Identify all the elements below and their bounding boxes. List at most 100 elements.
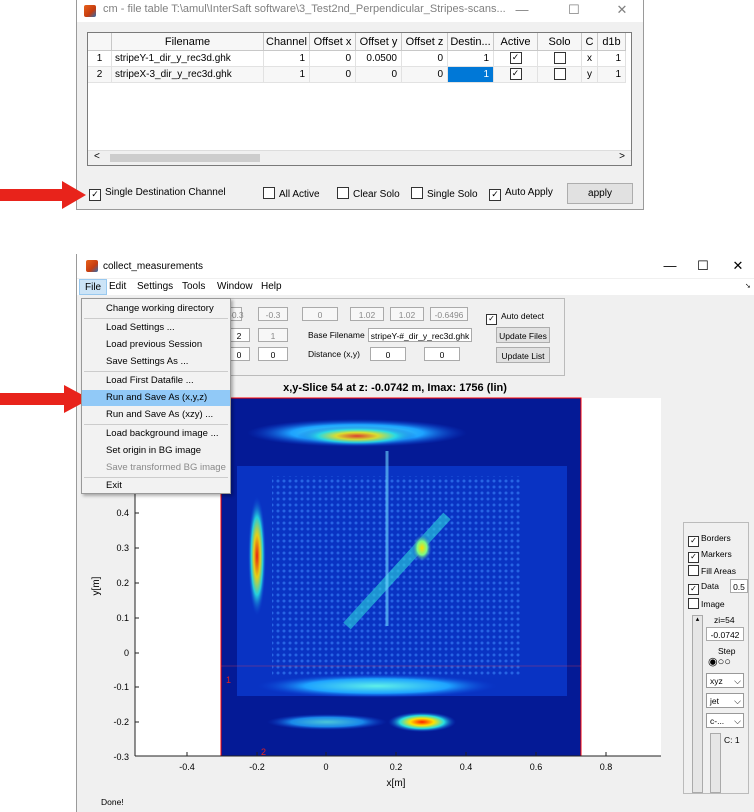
menu-item-load-previous-session[interactable]: Load previous Session — [82, 337, 230, 353]
channel-cell[interactable]: 1 — [264, 67, 310, 83]
menu-item-run-and-save-as-xyz[interactable]: Run and Save As (x,y,z) — [82, 390, 230, 406]
z-slider[interactable]: ▴ — [692, 615, 703, 793]
single-solo-checkbox[interactable]: Single Solo — [411, 187, 478, 200]
menu-settings[interactable]: Settings — [137, 281, 173, 292]
slider-up-icon[interactable]: ▴ — [693, 616, 702, 624]
maximize-icon[interactable]: ☐ — [559, 2, 589, 18]
column-header[interactable]: Destin... — [448, 33, 494, 51]
menu-file[interactable]: File — [79, 279, 108, 295]
destination-cell-selected[interactable]: 1 — [448, 67, 494, 83]
menu-item-load-settings[interactable]: Load Settings ... — [82, 320, 230, 336]
column-header[interactable]: Channel — [264, 33, 310, 51]
image-checkbox[interactable]: Image — [688, 598, 725, 609]
close-icon[interactable]: ✕ — [607, 2, 637, 18]
column-header[interactable]: Offset y — [356, 33, 402, 51]
menu-item-run-and-save-as-xzy[interactable]: Run and Save As (xzy) ... — [82, 407, 230, 423]
column-header[interactable]: Active — [494, 33, 538, 51]
title-bar[interactable]: collect_measurements — ☐ ✕ — [77, 254, 754, 278]
param-field[interactable]: 0 — [258, 347, 288, 361]
active-checkbox[interactable]: ✓ — [494, 51, 538, 67]
distance-y-input[interactable]: 0 — [424, 347, 460, 361]
close-icon[interactable]: ✕ — [723, 258, 753, 274]
markers-checkbox[interactable]: ✓ Markers — [688, 549, 732, 563]
column-header[interactable]: C — [582, 33, 598, 51]
base-filename-input[interactable]: stripeY-#_dir_y_rec3d.ghk — [368, 328, 472, 342]
menu-item-exit[interactable]: Exit — [82, 478, 230, 494]
update-list-button[interactable]: Update List — [496, 347, 550, 363]
solo-checkbox[interactable] — [538, 51, 582, 67]
menu-help[interactable]: Help — [261, 281, 282, 292]
param-field[interactable]: -0.3 — [258, 307, 288, 321]
column-header[interactable]: Offset x — [310, 33, 356, 51]
fill-areas-checkbox[interactable]: Fill Areas — [688, 565, 736, 576]
row-index[interactable]: 2 — [88, 67, 112, 83]
clear-solo-checkbox[interactable]: Clear Solo — [337, 187, 400, 200]
column-header[interactable]: Filename — [112, 33, 264, 51]
param-field[interactable]: 0 — [228, 347, 250, 361]
offset-z-cell[interactable]: 0 — [402, 51, 448, 67]
single-destination-channel-checkbox[interactable]: ✓ Single Destination Channel — [89, 187, 226, 201]
row-index-header — [88, 33, 112, 51]
param-field[interactable]: 1 — [258, 328, 288, 342]
filename-cell[interactable]: stripeY-1_dir_y_rec3d.ghk — [112, 51, 264, 67]
column-header[interactable]: Solo — [538, 33, 582, 51]
offset-y-cell[interactable]: 0.0500 — [356, 51, 402, 67]
update-files-button[interactable]: Update Files — [496, 327, 550, 343]
zi-value-input[interactable]: -0.0742 — [706, 627, 744, 641]
param-field[interactable]: 2 — [228, 328, 250, 342]
channel-cell[interactable]: 1 — [264, 51, 310, 67]
menu-tools[interactable]: Tools — [182, 281, 205, 292]
toolbar-toggle-icon[interactable]: ➘ — [745, 282, 751, 290]
param-field[interactable]: 1.02 — [350, 307, 384, 321]
colormap-dropdown[interactable]: jet ⌵ — [706, 693, 744, 708]
maximize-icon[interactable]: ☐ — [688, 258, 718, 274]
title-bar[interactable]: cm - file table T:\amul\InterSaft softwa… — [77, 0, 643, 22]
c-cell[interactable]: x — [582, 51, 598, 67]
bottom-hotspot — [388, 712, 456, 732]
apply-button[interactable]: apply — [567, 183, 633, 204]
offset-z-cell[interactable]: 0 — [402, 67, 448, 83]
param-field[interactable]: 1.02 — [390, 307, 424, 321]
d1b-cell[interactable]: 1 — [598, 67, 626, 83]
menu-item-save-settings-as[interactable]: Save Settings As ... — [82, 354, 230, 370]
filename-cell[interactable]: stripeX-3_dir_y_rec3d.ghk — [112, 67, 264, 83]
c-slider[interactable] — [710, 733, 721, 793]
data-checkbox[interactable]: ✓ Data — [688, 581, 719, 595]
active-checkbox[interactable]: ✓ — [494, 67, 538, 83]
offset-x-cell[interactable]: 0 — [310, 67, 356, 83]
data-alpha-input[interactable]: 0.5 — [730, 579, 748, 593]
c-cell[interactable]: y — [582, 67, 598, 83]
scroll-right-icon[interactable]: > — [619, 151, 625, 162]
menu-edit[interactable]: Edit — [109, 281, 126, 292]
x-tick: 0.4 — [460, 762, 473, 772]
distance-x-input[interactable]: 0 — [370, 347, 406, 361]
menu-window[interactable]: Window — [217, 281, 253, 292]
solo-checkbox[interactable] — [538, 67, 582, 83]
column-header[interactable]: d1b — [598, 33, 626, 51]
menu-item-set-origin-in-bg-image[interactable]: Set origin in BG image — [82, 443, 230, 459]
d1b-cell[interactable]: 1 — [598, 51, 626, 67]
param-field[interactable]: -0.6496 — [430, 307, 468, 321]
menu-item-change-working-directory[interactable]: Change working directory — [82, 301, 230, 317]
offset-y-cell[interactable]: 0 — [356, 67, 402, 83]
param-field[interactable]: 0 — [302, 307, 338, 321]
menu-item-load-first-datafile[interactable]: Load First Datafile ... — [82, 373, 230, 389]
all-active-checkbox[interactable]: All Active — [263, 187, 320, 200]
menu-item-load-background-image[interactable]: Load background image ... — [82, 426, 230, 442]
borders-checkbox[interactable]: ✓ Borders — [688, 533, 731, 547]
column-header[interactable]: Offset z — [402, 33, 448, 51]
destination-cell[interactable]: 1 — [448, 51, 494, 67]
minimize-icon[interactable]: — — [655, 258, 685, 273]
file-table[interactable]: Filename Channel Offset x Offset y Offse… — [87, 32, 632, 166]
minimize-icon[interactable]: — — [507, 2, 537, 17]
scrollbar-thumb[interactable] — [110, 154, 260, 162]
horizontal-scrollbar[interactable]: < > — [88, 150, 631, 165]
step-radio-group[interactable]: ◉○○ — [708, 655, 731, 668]
row-index[interactable]: 1 — [88, 51, 112, 67]
scroll-left-icon[interactable]: < — [94, 151, 100, 162]
auto-apply-checkbox[interactable]: ✓ Auto Apply — [489, 187, 553, 201]
c-dropdown[interactable]: c-... ⌵ — [706, 713, 744, 728]
offset-x-cell[interactable]: 0 — [310, 51, 356, 67]
view-dropdown[interactable]: xyz ⌵ — [706, 673, 744, 688]
auto-detect-checkbox[interactable]: ✓ Auto detect — [486, 311, 544, 325]
